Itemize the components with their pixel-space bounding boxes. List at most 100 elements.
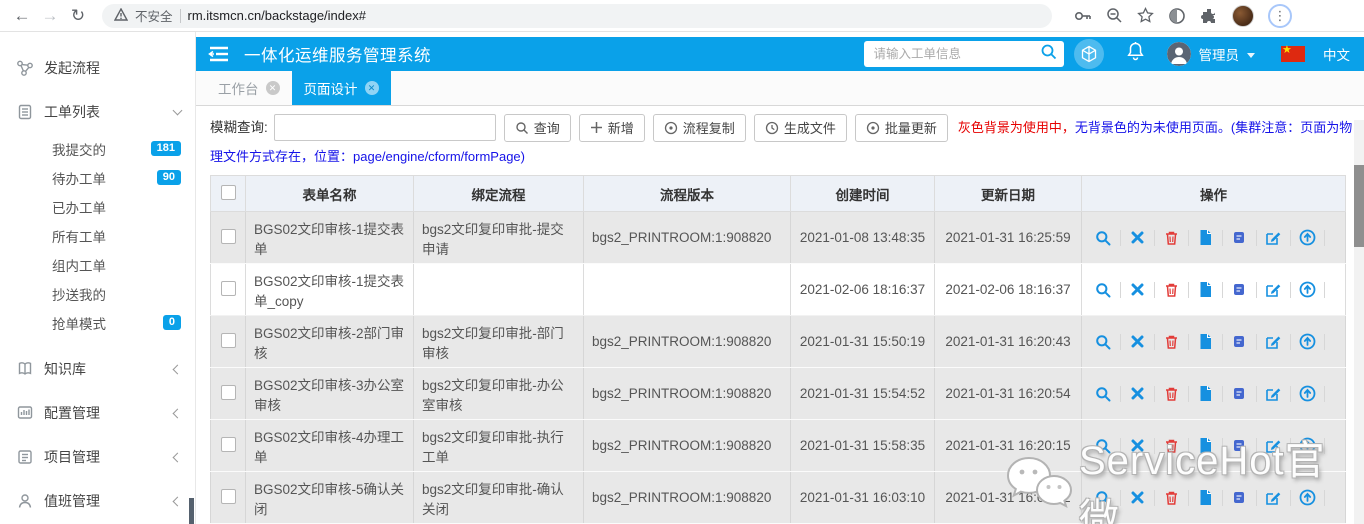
browser-profile-avatar[interactable] [1232,5,1254,27]
collapse-menu-icon[interactable] [208,45,230,63]
edit-icon[interactable] [1265,489,1282,506]
sidebar-item-project-mgmt[interactable]: 项目管理 [0,435,195,479]
sidebar-item-done-tickets[interactable]: 已办工单 [0,192,195,221]
bookmark-star-icon[interactable] [1137,7,1154,24]
batch-update-button[interactable]: 批量更新 [855,114,948,142]
sidebar-item-duty-mgmt[interactable]: 值班管理 [0,479,195,523]
row-checkbox[interactable] [221,437,236,452]
sidebar-item-knowledge-base[interactable]: 知识库 [0,347,195,391]
ticket-search-input[interactable] [874,47,1040,61]
row-checkbox[interactable] [221,385,236,400]
file-small-icon[interactable] [1231,437,1248,454]
delete-trash-icon[interactable] [1163,229,1180,246]
sidebar-scrollbar-thumb[interactable] [189,498,194,524]
created-time-cell: 2021-01-31 16:03:10 [791,472,935,524]
edit-icon[interactable] [1265,385,1282,402]
publish-up-icon[interactable] [1299,281,1316,298]
sidebar-item-grab-mode[interactable]: 抢单模式 0 [0,308,195,337]
process-copy-button[interactable]: 流程复制 [653,114,746,142]
edit-icon[interactable] [1265,333,1282,350]
publish-up-icon[interactable] [1299,333,1316,350]
publish-up-icon[interactable] [1299,385,1316,402]
file-small-icon[interactable] [1231,333,1248,350]
view-search-icon[interactable] [1095,333,1112,350]
view-search-icon[interactable] [1095,489,1112,506]
publish-up-icon[interactable] [1299,489,1316,506]
fuzzy-query-input[interactable] [274,114,496,141]
close-x-icon[interactable] [1129,489,1146,506]
sidebar-item-all-tickets[interactable]: 所有工单 [0,221,195,250]
file-icon[interactable] [1197,229,1214,246]
delete-trash-icon[interactable] [1163,489,1180,506]
extensions-puzzle-icon[interactable] [1200,7,1218,25]
delete-trash-icon[interactable] [1163,437,1180,454]
scrollbar-thumb[interactable] [1354,165,1364,247]
file-icon[interactable] [1197,437,1214,454]
address-bar[interactable]: 不安全 rm.itsmcn.cn/backstage/index# [102,4,1052,28]
caret-down-icon [1247,53,1255,58]
view-search-icon[interactable] [1095,437,1112,454]
select-all-checkbox[interactable] [221,185,236,200]
view-search-icon[interactable] [1095,229,1112,246]
publish-up-icon[interactable] [1299,229,1316,246]
sidebar-item-group-tickets[interactable]: 组内工单 [0,250,195,279]
updated-date-cell: 2021-01-31 16:25:59 [935,212,1082,264]
add-new-button[interactable]: 新增 [579,114,645,142]
file-icon[interactable] [1197,281,1214,298]
close-x-icon[interactable] [1129,229,1146,246]
user-menu[interactable]: 管理员 [1167,42,1256,66]
sidebar-item-todo-tickets[interactable]: 待办工单 90 [0,163,195,192]
browser-reload-icon[interactable]: ↻ [64,2,92,30]
sidebar-item-config-mgmt[interactable]: 配置管理 [0,391,195,435]
close-x-icon[interactable] [1129,333,1146,350]
row-checkbox[interactable] [221,489,236,504]
tab-workbench[interactable]: 工作台 ✕ [206,71,292,105]
sidebar-item-cc-to-me[interactable]: 抄送我的 [0,279,195,308]
file-icon[interactable] [1197,385,1214,402]
delete-trash-icon[interactable] [1163,385,1180,402]
cube-apps-icon[interactable] [1074,39,1104,69]
view-search-icon[interactable] [1095,281,1112,298]
page-design-panel: 模糊查询: 查询 新增 流程复制 生成文件 批量更新 [196,106,1364,524]
file-icon[interactable] [1197,333,1214,350]
browser-back-icon[interactable]: ← [8,2,36,30]
extension-circle-icon[interactable] [1168,7,1186,25]
publish-up-icon[interactable] [1299,437,1316,454]
table-row: BGS02文印审核-3办公室审核 bgs2文印复印审批-办公室审核 bgs2_P… [211,368,1346,420]
edit-icon[interactable] [1265,281,1282,298]
file-small-icon[interactable] [1231,489,1248,506]
edit-icon[interactable] [1265,229,1282,246]
row-checkbox[interactable] [221,229,236,244]
query-button[interactable]: 查询 [504,114,571,142]
notification-bell-icon[interactable] [1126,41,1145,67]
file-small-icon[interactable] [1231,281,1248,298]
language-switch[interactable]: 中文 [1323,44,1350,64]
close-icon[interactable]: ✕ [365,81,379,95]
close-x-icon[interactable] [1129,281,1146,298]
bound-process-cell: bgs2文印复印审批-确认关闭 [414,472,584,524]
browser-menu-icon[interactable]: ⋮ [1268,4,1292,28]
plus-icon [590,121,603,134]
file-small-icon[interactable] [1231,385,1248,402]
file-small-icon[interactable] [1231,229,1248,246]
row-checkbox[interactable] [221,333,236,348]
zoom-out-icon[interactable] [1106,7,1123,24]
close-icon[interactable]: ✕ [266,81,280,95]
row-checkbox[interactable] [221,281,236,296]
generate-file-button[interactable]: 生成文件 [754,114,847,142]
delete-trash-icon[interactable] [1163,281,1180,298]
close-x-icon[interactable] [1129,437,1146,454]
bound-process-cell: bgs2文印复印审批-办公室审核 [414,368,584,420]
sidebar-item-start-process[interactable]: 发起流程 [0,46,195,90]
sidebar-item-ticket-list[interactable]: 工单列表 [0,90,195,134]
view-search-icon[interactable] [1095,385,1112,402]
delete-trash-icon[interactable] [1163,333,1180,350]
edit-icon[interactable] [1265,437,1282,454]
tab-page-design[interactable]: 页面设计 ✕ [292,71,391,105]
file-icon[interactable] [1197,489,1214,506]
password-key-icon[interactable] [1074,9,1092,23]
close-x-icon[interactable] [1129,385,1146,402]
search-icon[interactable] [1040,43,1058,66]
browser-forward-icon[interactable]: → [36,2,64,30]
sidebar-item-my-submitted[interactable]: 我提交的 181 [0,134,195,163]
